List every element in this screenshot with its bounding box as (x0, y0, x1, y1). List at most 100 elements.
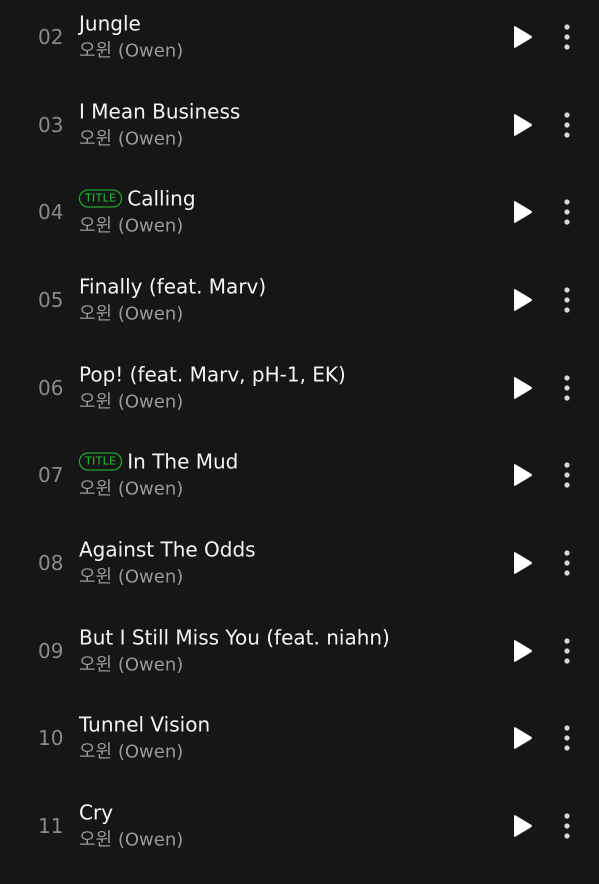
more-options-button[interactable] (557, 636, 577, 666)
track-number: 03 (38, 112, 64, 137)
track-number: 02 (38, 24, 64, 49)
more-options-button[interactable] (557, 723, 577, 753)
track-title-line: TITLE Calling (79, 187, 196, 211)
track-artist[interactable]: 오윈 (Owen) (79, 830, 183, 852)
track-title[interactable]: Pop! (feat. Marv, pH-1, EK) (79, 362, 346, 386)
more-options-button[interactable] (557, 548, 577, 578)
track-row[interactable]: 09 But I Still Miss You (feat. niahn) 오윈 (… (0, 607, 599, 695)
track-title[interactable]: Jungle (79, 11, 141, 35)
more-vertical-icon (564, 374, 570, 401)
track-number: 05 (38, 287, 64, 312)
more-vertical-icon (564, 550, 570, 576)
track-artist[interactable]: 오윈 (Owen) (79, 391, 346, 413)
track-row[interactable]: 03 I Mean Business 오윈 (Owen) (0, 81, 599, 169)
track-title[interactable]: In The Mud (127, 450, 238, 474)
track-info: Jungle 오윈 (Owen) (79, 11, 183, 62)
track-number: 10 (38, 726, 64, 751)
track-number: 06 (38, 375, 64, 400)
track-info: Pop! (feat. Marv, pH-1, EK) 오윈 (Owen) (79, 362, 346, 413)
track-title[interactable]: But I Still Miss You (feat. niahn) (79, 625, 390, 649)
more-vertical-icon (564, 638, 570, 664)
play-icon (514, 727, 532, 750)
track-info: I Mean Business 오윈 (Owen) (79, 99, 240, 150)
play-icon (514, 201, 532, 224)
track-info: Finally (feat. Marv) 오윈 (Owen) (79, 274, 266, 325)
track-title[interactable]: Calling (127, 187, 195, 211)
track-title-line: But I Still Miss You (feat. niahn) (79, 625, 390, 649)
play-button[interactable] (511, 113, 533, 137)
play-icon (514, 289, 532, 311)
play-button[interactable] (511, 639, 533, 663)
play-icon (514, 25, 532, 48)
track-artist[interactable]: 오윈 (Owen) (79, 742, 210, 764)
more-vertical-icon (564, 287, 570, 313)
track-title[interactable]: Finally (feat. Marv) (79, 274, 266, 298)
track-number: 11 (38, 814, 64, 839)
track-artist[interactable]: 오윈 (Owen) (79, 128, 240, 150)
track-title-line: TITLE In The Mud (79, 450, 238, 474)
track-title-line: Cry (79, 801, 183, 825)
track-number: 08 (38, 550, 64, 575)
title-badge: TITLE (79, 452, 123, 471)
track-title[interactable]: Cry (79, 801, 113, 825)
track-row[interactable]: 10 Tunnel Vision 오윈 (Owen) (0, 695, 599, 783)
title-badge: TITLE (79, 189, 123, 208)
track-artist[interactable]: 오윈 (Owen) (79, 216, 196, 238)
track-row[interactable]: 04 TITLE Calling 오윈 (Owen) (0, 168, 599, 256)
track-artist[interactable]: 오윈 (Owen) (79, 40, 183, 62)
play-icon (514, 552, 532, 574)
play-icon (514, 464, 532, 487)
track-title-line: Against The Odds (79, 537, 256, 561)
more-options-button[interactable] (557, 285, 577, 315)
track-artist[interactable]: 오윈 (Owen) (79, 654, 390, 676)
track-row[interactable]: 02 Jungle 오윈 (Owen) (0, 0, 599, 81)
more-vertical-icon (564, 725, 570, 751)
play-button[interactable] (511, 814, 533, 838)
track-row[interactable]: 11 Cry 오윈 (Owen) (0, 782, 599, 870)
track-row[interactable]: 05 Finally (feat. Marv) 오윈 (Owen) (0, 256, 599, 344)
play-icon (514, 376, 532, 399)
play-icon (514, 639, 532, 662)
track-row[interactable]: 08 Against The Odds 오윈 (Owen) (0, 519, 599, 607)
track-row[interactable]: 07 TITLE In The Mud 오윈 (Owen) (0, 431, 599, 519)
more-options-button[interactable] (557, 197, 577, 227)
play-button[interactable] (511, 288, 533, 312)
track-row[interactable]: 06 Pop! (feat. Marv, pH-1, EK) 오윈 (Owen) (0, 344, 599, 432)
play-icon (514, 113, 532, 136)
more-vertical-icon (564, 111, 570, 138)
play-button[interactable] (511, 726, 533, 750)
track-info: But I Still Miss You (feat. niahn) 오윈 (Ow… (79, 625, 390, 676)
track-title-line: Tunnel Vision (79, 713, 210, 737)
more-options-button[interactable] (557, 373, 577, 403)
track-info: Tunnel Vision 오윈 (Owen) (79, 713, 210, 764)
track-list: 02 Jungle 오윈 (Owen) 03 I Mean Business 오윈 (Ow… (0, 0, 599, 877)
track-number: 09 (38, 638, 64, 663)
play-button[interactable] (511, 25, 533, 49)
play-button[interactable] (511, 463, 533, 487)
track-title[interactable]: Tunnel Vision (79, 713, 210, 737)
track-title-line: I Mean Business (79, 99, 240, 123)
more-options-button[interactable] (557, 22, 577, 52)
track-artist[interactable]: 오윈 (Owen) (79, 303, 266, 325)
play-button[interactable] (511, 376, 533, 400)
track-info: TITLE Calling 오윈 (Owen) (79, 187, 196, 238)
track-number: 07 (38, 463, 64, 488)
more-vertical-icon (564, 24, 570, 50)
track-artist[interactable]: 오윈 (Owen) (79, 566, 256, 588)
more-options-button[interactable] (557, 460, 577, 490)
track-artist[interactable]: 오윈 (Owen) (79, 479, 238, 501)
play-button[interactable] (511, 551, 533, 575)
track-title-line: Finally (feat. Marv) (79, 274, 266, 298)
track-title-line: Pop! (feat. Marv, pH-1, EK) (79, 362, 346, 386)
more-vertical-icon (564, 813, 570, 839)
track-number: 04 (38, 200, 64, 225)
track-title[interactable]: I Mean Business (79, 99, 240, 123)
track-title[interactable]: Against The Odds (79, 537, 256, 561)
track-info: Cry 오윈 (Owen) (79, 801, 183, 852)
play-icon (514, 815, 532, 837)
more-options-button[interactable] (557, 110, 577, 140)
play-button[interactable] (511, 200, 533, 224)
more-vertical-icon (564, 199, 570, 225)
track-info: Against The Odds 오윈 (Owen) (79, 537, 256, 588)
more-options-button[interactable] (557, 811, 577, 841)
